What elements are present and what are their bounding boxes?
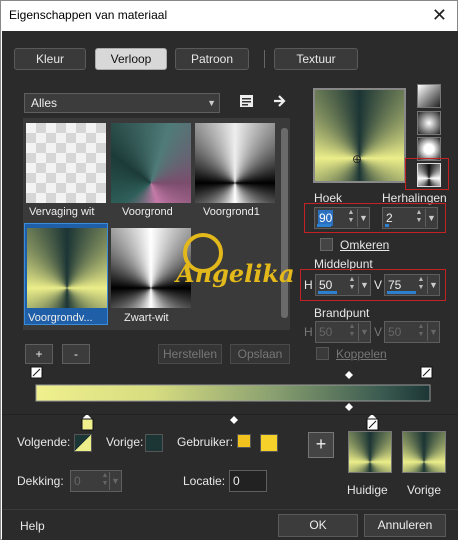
gradient-gallery: Vervaging wit Voorgrond Voorgrond1 Voorg… (23, 118, 290, 330)
close-icon[interactable]: ✕ (432, 5, 447, 25)
gallery-item-thumb[interactable] (195, 123, 275, 203)
sunburst-highlight (405, 158, 449, 190)
ok-button[interactable]: OK (278, 514, 358, 537)
window-title: Eigenschappen van materiaal (9, 8, 168, 22)
gallery-item-label[interactable]: Vervaging wit (29, 205, 109, 219)
rectangular-style-button[interactable] (417, 111, 441, 135)
gallery-item-label[interactable]: Voorgrond1 (203, 205, 283, 219)
tab-textuur[interactable]: Textuur (274, 48, 358, 70)
location-label: Locatie: (183, 474, 226, 488)
arrow-right-icon[interactable] (272, 93, 288, 109)
save-button[interactable]: Opslaan (230, 344, 290, 364)
link-checkbox[interactable] (316, 347, 329, 360)
spin-arrows-icon[interactable]: ▲ ▼ (416, 323, 426, 341)
chevron-down-icon[interactable]: ▼ (427, 276, 439, 294)
focal-h-field[interactable]: 50 ▲ ▼ ▼ (315, 321, 371, 343)
center-h-slider[interactable] (318, 291, 337, 294)
chevron-down-icon[interactable]: ▼ (358, 323, 370, 341)
chevron-down-icon[interactable]: ▼ (109, 472, 121, 490)
notes-icon[interactable] (239, 93, 255, 109)
user-label: Gebruiker: (177, 435, 234, 449)
gallery-item-label[interactable]: Voorgrondv... (28, 311, 106, 325)
focal-v-label: V (374, 325, 383, 339)
current-label: Huidige (347, 483, 388, 497)
bottom-bar: Help OK Annuleren (2, 509, 458, 540)
chevron-down-icon[interactable]: ▼ (357, 209, 369, 227)
gallery-item-thumb[interactable] (111, 123, 191, 203)
invert-checkbox[interactable] (320, 238, 333, 251)
divider (2, 414, 458, 415)
repeats-slider[interactable] (385, 224, 389, 227)
previous-preview[interactable] (402, 431, 446, 473)
opacity-label: Dekking: (17, 474, 64, 488)
gradient-preview[interactable]: ⊕ (313, 88, 406, 183)
invert-label[interactable]: Omkeren (340, 238, 389, 252)
opacity-field[interactable]: 0 ▲ ▼ ▼ (70, 470, 122, 492)
previous-preview-label: Vorige (407, 483, 442, 497)
center-v-field[interactable]: 75 ▲ ▼ ▼ (384, 274, 440, 296)
spin-arrows-icon[interactable]: ▲ ▼ (347, 323, 357, 341)
title-bar: Eigenschappen van materiaal ✕ (1, 1, 457, 31)
spin-arrows-icon[interactable]: ▲ ▼ (347, 276, 357, 294)
linear-style-button[interactable] (417, 84, 441, 108)
help-link[interactable]: Help (20, 519, 45, 533)
cancel-button[interactable]: Annuleren (364, 514, 446, 537)
remove-button[interactable]: - (62, 344, 90, 364)
spin-arrows-icon[interactable]: ▲ ▼ (414, 209, 424, 227)
chevron-down-icon[interactable]: ▼ (358, 276, 370, 294)
spin-arrows-icon[interactable]: ▲ ▼ (346, 209, 356, 227)
link-label[interactable]: Koppelen (336, 347, 387, 361)
current-preview[interactable] (348, 431, 392, 473)
chevron-down-icon[interactable]: ▼ (427, 323, 439, 341)
spin-arrows-icon[interactable]: ▲ ▼ (416, 276, 426, 294)
angle-field[interactable]: 90 ▲ ▼ ▼ (314, 207, 370, 229)
chevron-down-icon: ▼ (207, 98, 216, 108)
center-h-field[interactable]: 50 ▲ ▼ ▼ (315, 274, 371, 296)
watermark-text: Angelika (176, 259, 295, 288)
user-swatch-1[interactable] (237, 434, 251, 448)
center-v-slider[interactable] (387, 291, 416, 294)
location-field[interactable]: 0 (229, 470, 267, 492)
gallery-item-thumb[interactable] (26, 123, 106, 203)
next-swatch[interactable] (74, 434, 92, 452)
scrollbar-thumb[interactable] (281, 128, 288, 318)
tab-divider (264, 50, 265, 68)
focal-h-label: H (304, 325, 313, 339)
h-label: H (304, 278, 313, 292)
next-label: Volgende: (17, 435, 71, 449)
dialog-body: Kleur Verloop Patroon Textuur Alles ▼ Ve… (2, 31, 458, 540)
focal-v-field[interactable]: 50 ▲ ▼ ▼ (384, 321, 440, 343)
tab-patroon[interactable]: Patroon (175, 48, 249, 70)
category-dropdown[interactable]: Alles ▼ (24, 93, 220, 113)
previous-label: Vorige: (106, 435, 144, 449)
add-button[interactable]: + (25, 344, 53, 364)
gallery-item-label[interactable]: Voorgrond (122, 205, 202, 219)
add-color-button[interactable]: + (308, 432, 334, 458)
focal-label: Brandpunt (314, 306, 370, 320)
chevron-down-icon[interactable]: ▼ (425, 209, 437, 227)
opacity-value[interactable]: 0 (74, 473, 81, 489)
center-crosshair-icon[interactable]: ⊕ (352, 152, 362, 166)
gallery-item-label[interactable]: Zwart-wit (124, 311, 204, 325)
user-swatch-2[interactable] (260, 434, 278, 452)
gradient-midpoint-marker[interactable] (28, 366, 438, 418)
repeats-field[interactable]: 2 ▲ ▼ ▼ (382, 207, 438, 229)
focal-v-value[interactable]: 50 (388, 324, 401, 340)
tab-kleur[interactable]: Kleur (14, 48, 86, 70)
tab-verloop[interactable]: Verloop (95, 48, 167, 70)
gallery-item-thumb[interactable] (27, 228, 107, 308)
gallery-scrollbar[interactable] (279, 118, 290, 330)
previous-swatch[interactable] (145, 434, 163, 452)
focal-h-value[interactable]: 50 (319, 324, 332, 340)
location-value[interactable]: 0 (233, 473, 240, 489)
reset-button[interactable]: Herstellen (158, 344, 222, 364)
category-value: Alles (31, 96, 58, 110)
angle-slider[interactable] (317, 224, 331, 227)
material-properties-dialog: Eigenschappen van materiaal ✕ Kleur Verl… (0, 0, 458, 540)
v-label: V (374, 278, 383, 292)
